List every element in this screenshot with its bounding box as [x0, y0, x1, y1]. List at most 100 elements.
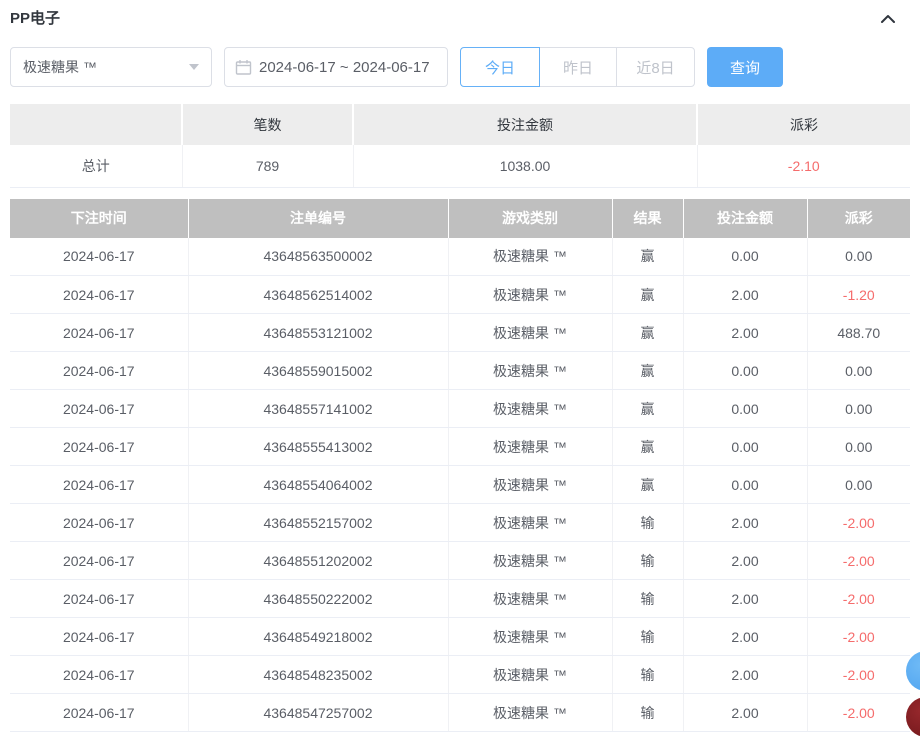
bet-amount-cell: 0.00: [683, 428, 807, 466]
bet-time-cell: 2024-06-17: [10, 694, 188, 732]
bet-time-cell: 2024-06-17: [10, 542, 188, 580]
result-cell: 赢: [612, 352, 683, 390]
today-button[interactable]: 今日: [460, 47, 540, 87]
table-row: 2024-06-1743648553121002极速糖果 ™赢2.00488.7…: [10, 314, 910, 352]
header-order-no: 注单编号: [188, 199, 448, 238]
payout-cell: 0.00: [807, 238, 910, 276]
table-row: 2024-06-1743648552157002极速糖果 ™输2.00-2.00: [10, 504, 910, 542]
game-type-cell: 极速糖果 ™: [448, 466, 612, 504]
table-row: 2024-06-1743648557141002极速糖果 ™赢0.000.00: [10, 390, 910, 428]
result-cell: 赢: [612, 314, 683, 352]
order-no-cell: 43648557141002: [188, 390, 448, 428]
bet-time-cell: 2024-06-17: [10, 238, 188, 276]
table-row: 2024-06-1743648559015002极速糖果 ™赢0.000.00: [10, 352, 910, 390]
table-row: 2024-06-1743648551202002极速糖果 ™输2.00-2.00: [10, 542, 910, 580]
bet-amount-cell: 2.00: [683, 276, 807, 314]
bet-time-cell: 2024-06-17: [10, 656, 188, 694]
bet-time-cell: 2024-06-17: [10, 352, 188, 390]
bet-amount-cell: 2.00: [683, 314, 807, 352]
game-type-cell: 极速糖果 ™: [448, 428, 612, 466]
summary-header-empty: [10, 104, 182, 145]
summary-header-row: 笔数 投注金额 派彩: [10, 104, 910, 145]
table-row: 2024-06-1743648547257002极速糖果 ™输2.00-2.00: [10, 694, 910, 732]
payout-cell: -2.00: [807, 504, 910, 542]
payout-cell: -2.00: [807, 656, 910, 694]
bet-time-cell: 2024-06-17: [10, 466, 188, 504]
bet-amount-cell: 2.00: [683, 580, 807, 618]
summary-header-bet-amount: 投注金额: [353, 104, 697, 145]
result-cell: 输: [612, 580, 683, 618]
order-no-cell: 43648552157002: [188, 504, 448, 542]
chevron-up-icon[interactable]: [876, 7, 900, 31]
payout-cell: 0.00: [807, 352, 910, 390]
records-header-row: 下注时间 注单编号 游戏类别 结果 投注金额 派彩: [10, 199, 910, 238]
order-no-cell: 43648548235002: [188, 656, 448, 694]
summary-total-row: 总计 789 1038.00 -2.10: [10, 145, 910, 187]
game-type-cell: 极速糖果 ™: [448, 618, 612, 656]
filter-bar: 极速糖果 ™ 2024-06-17 ~ 2024-06-17 今日 昨日 近8日…: [10, 47, 910, 87]
bet-amount-cell: 0.00: [683, 466, 807, 504]
bet-amount-cell: 2.00: [683, 694, 807, 732]
payout-cell: -2.00: [807, 618, 910, 656]
header-bet-time: 下注时间: [10, 199, 188, 238]
table-row: 2024-06-1743648555413002极速糖果 ™赢0.000.00: [10, 428, 910, 466]
table-row: 2024-06-1743648562514002极速糖果 ™赢2.00-1.20: [10, 276, 910, 314]
game-type-cell: 极速糖果 ™: [448, 694, 612, 732]
game-type-cell: 极速糖果 ™: [448, 504, 612, 542]
game-type-cell: 极速糖果 ™: [448, 276, 612, 314]
order-no-cell: 43648562514002: [188, 276, 448, 314]
table-row: 2024-06-1743648550222002极速糖果 ™输2.00-2.00: [10, 580, 910, 618]
records-table: 下注时间 注单编号 游戏类别 结果 投注金额 派彩 2024-06-174364…: [10, 199, 910, 733]
game-select-value: 极速糖果 ™: [23, 57, 189, 77]
result-cell: 输: [612, 656, 683, 694]
header-bet-amount: 投注金额: [683, 199, 807, 238]
game-select[interactable]: 极速糖果 ™: [10, 47, 212, 87]
summary-total-label: 总计: [10, 145, 182, 187]
page-title: PP电子: [10, 9, 910, 29]
bet-amount-cell: 2.00: [683, 656, 807, 694]
date-range-input[interactable]: 2024-06-17 ~ 2024-06-17: [224, 47, 448, 87]
order-no-cell: 43648559015002: [188, 352, 448, 390]
order-no-cell: 43648563500002: [188, 238, 448, 276]
result-cell: 赢: [612, 466, 683, 504]
bet-amount-cell: 2.00: [683, 618, 807, 656]
summary-total-bet-amount: 1038.00: [353, 145, 697, 187]
payout-cell: 0.00: [807, 466, 910, 504]
game-type-cell: 极速糖果 ™: [448, 656, 612, 694]
game-type-cell: 极速糖果 ™: [448, 238, 612, 276]
game-type-cell: 极速糖果 ™: [448, 580, 612, 618]
bet-amount-cell: 2.00: [683, 542, 807, 580]
result-cell: 赢: [612, 390, 683, 428]
game-type-cell: 极速糖果 ™: [448, 542, 612, 580]
table-row: 2024-06-1743648548235002极速糖果 ™输2.00-2.00: [10, 656, 910, 694]
quick-date-button-group: 今日 昨日 近8日: [460, 47, 695, 87]
payout-cell: -1.20: [807, 276, 910, 314]
payout-cell: -2.00: [807, 580, 910, 618]
summary-table: 笔数 投注金额 派彩 总计 789 1038.00 -2.10: [10, 104, 910, 188]
bet-time-cell: 2024-06-17: [10, 428, 188, 466]
chevron-down-icon: [189, 64, 199, 70]
table-row: 2024-06-1743648563500002极速糖果 ™赢0.000.00: [10, 238, 910, 276]
order-no-cell: 43648549218002: [188, 618, 448, 656]
bet-amount-cell: 0.00: [683, 238, 807, 276]
last-8-days-button[interactable]: 近8日: [616, 47, 695, 87]
bet-time-cell: 2024-06-17: [10, 504, 188, 542]
bet-time-cell: 2024-06-17: [10, 618, 188, 656]
bet-time-cell: 2024-06-17: [10, 390, 188, 428]
result-cell: 输: [612, 618, 683, 656]
order-no-cell: 43648547257002: [188, 694, 448, 732]
result-cell: 赢: [612, 428, 683, 466]
summary-header-count: 笔数: [182, 104, 353, 145]
game-type-cell: 极速糖果 ™: [448, 314, 612, 352]
header-game-type: 游戏类别: [448, 199, 612, 238]
yesterday-button[interactable]: 昨日: [539, 47, 617, 87]
payout-cell: 0.00: [807, 428, 910, 466]
bet-amount-cell: 0.00: [683, 390, 807, 428]
order-no-cell: 43648551202002: [188, 542, 448, 580]
query-button[interactable]: 查询: [707, 47, 783, 87]
order-no-cell: 43648554064002: [188, 466, 448, 504]
table-row: 2024-06-1743648554064002极速糖果 ™赢0.000.00: [10, 466, 910, 504]
game-type-cell: 极速糖果 ™: [448, 390, 612, 428]
result-cell: 输: [612, 504, 683, 542]
order-no-cell: 43648553121002: [188, 314, 448, 352]
